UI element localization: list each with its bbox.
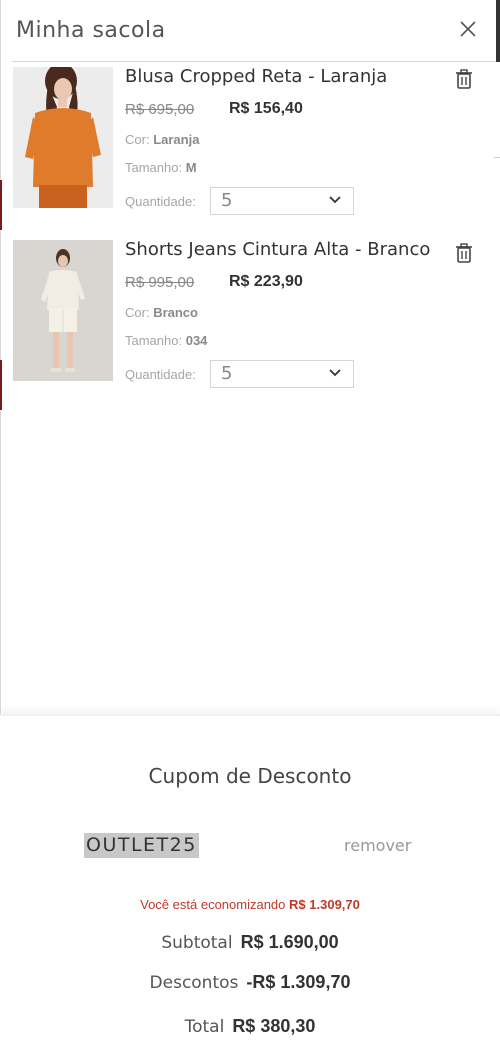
size-attribute: Tamanho: M (125, 160, 197, 175)
original-price: R$ 995,00 (125, 274, 195, 291)
page-title: Minha sacola (16, 18, 166, 43)
cart-summary: Cupom de Desconto OUTLET25 remover Você … (0, 714, 500, 1057)
product-image[interactable] (13, 240, 113, 381)
coupon-title: Cupom de Desconto (148, 764, 352, 788)
savings-message: Você está economizando R$ 1.309,70 (0, 897, 500, 912)
discount-row: Descontos -R$ 1.309,70 (0, 972, 500, 993)
savings-text: Você está economizando (140, 897, 286, 912)
product-image[interactable] (13, 67, 113, 208)
size-value: 034 (185, 333, 208, 348)
close-icon (460, 21, 476, 37)
chevron-down-icon (329, 369, 341, 377)
size-label: Tamanho: (125, 333, 183, 348)
quantity-value: 5 (221, 363, 233, 384)
size-label: Tamanho: (125, 160, 183, 175)
color-value: Laranja (153, 132, 200, 147)
trash-icon (456, 69, 472, 89)
remove-item-button[interactable] (455, 69, 473, 89)
subtotal-label: Subtotal (161, 933, 233, 953)
remove-item-button[interactable] (455, 243, 473, 263)
scrollbar-edge (496, 0, 500, 62)
subtotal-value: R$ 1.690,00 (240, 932, 339, 952)
quantity-label: Quantidade: (125, 367, 196, 382)
size-attribute: Tamanho: 034 (125, 333, 207, 348)
edge-accent (0, 180, 2, 230)
sale-price: R$ 223,90 (229, 273, 303, 290)
total-value: R$ 380,30 (232, 1016, 316, 1036)
edge-accent (0, 360, 2, 410)
remove-coupon-link[interactable]: remover (344, 836, 411, 855)
coupon-code: OUTLET25 (84, 833, 199, 858)
color-attribute: Cor: Branco (125, 305, 198, 320)
color-label: Cor: (125, 305, 150, 320)
quantity-value: 5 (221, 190, 233, 211)
size-value: M (185, 160, 197, 175)
color-attribute: Cor: Laranja (125, 132, 199, 147)
sale-price: R$ 156,40 (229, 100, 303, 117)
close-button[interactable] (456, 17, 480, 41)
savings-value: R$ 1.309,70 (289, 897, 360, 912)
summary-divider (0, 714, 500, 716)
divider (494, 157, 500, 158)
bag-drawer: Minha sacola Blusa Cropped Reta - Laranj… (0, 0, 500, 1057)
header-divider (12, 61, 496, 62)
color-value: Branco (153, 305, 198, 320)
chevron-down-icon (329, 196, 341, 204)
total-row: Total R$ 380,30 (0, 1016, 500, 1037)
product-name[interactable]: Blusa Cropped Reta - Laranja (125, 66, 387, 87)
discount-value: -R$ 1.309,70 (246, 972, 351, 992)
discount-label: Descontos (149, 973, 239, 993)
quantity-select[interactable]: 5 (210, 360, 354, 388)
subtotal-row: Subtotal R$ 1.690,00 (0, 932, 500, 953)
quantity-label: Quantidade: (125, 194, 196, 209)
product-name[interactable]: Shorts Jeans Cintura Alta - Branco (125, 239, 430, 260)
color-label: Cor: (125, 132, 150, 147)
trash-icon (456, 243, 472, 263)
drawer-header: Minha sacola (0, 0, 500, 62)
quantity-select[interactable]: 5 (210, 187, 354, 215)
total-label: Total (184, 1017, 225, 1037)
original-price: R$ 695,00 (125, 101, 195, 118)
